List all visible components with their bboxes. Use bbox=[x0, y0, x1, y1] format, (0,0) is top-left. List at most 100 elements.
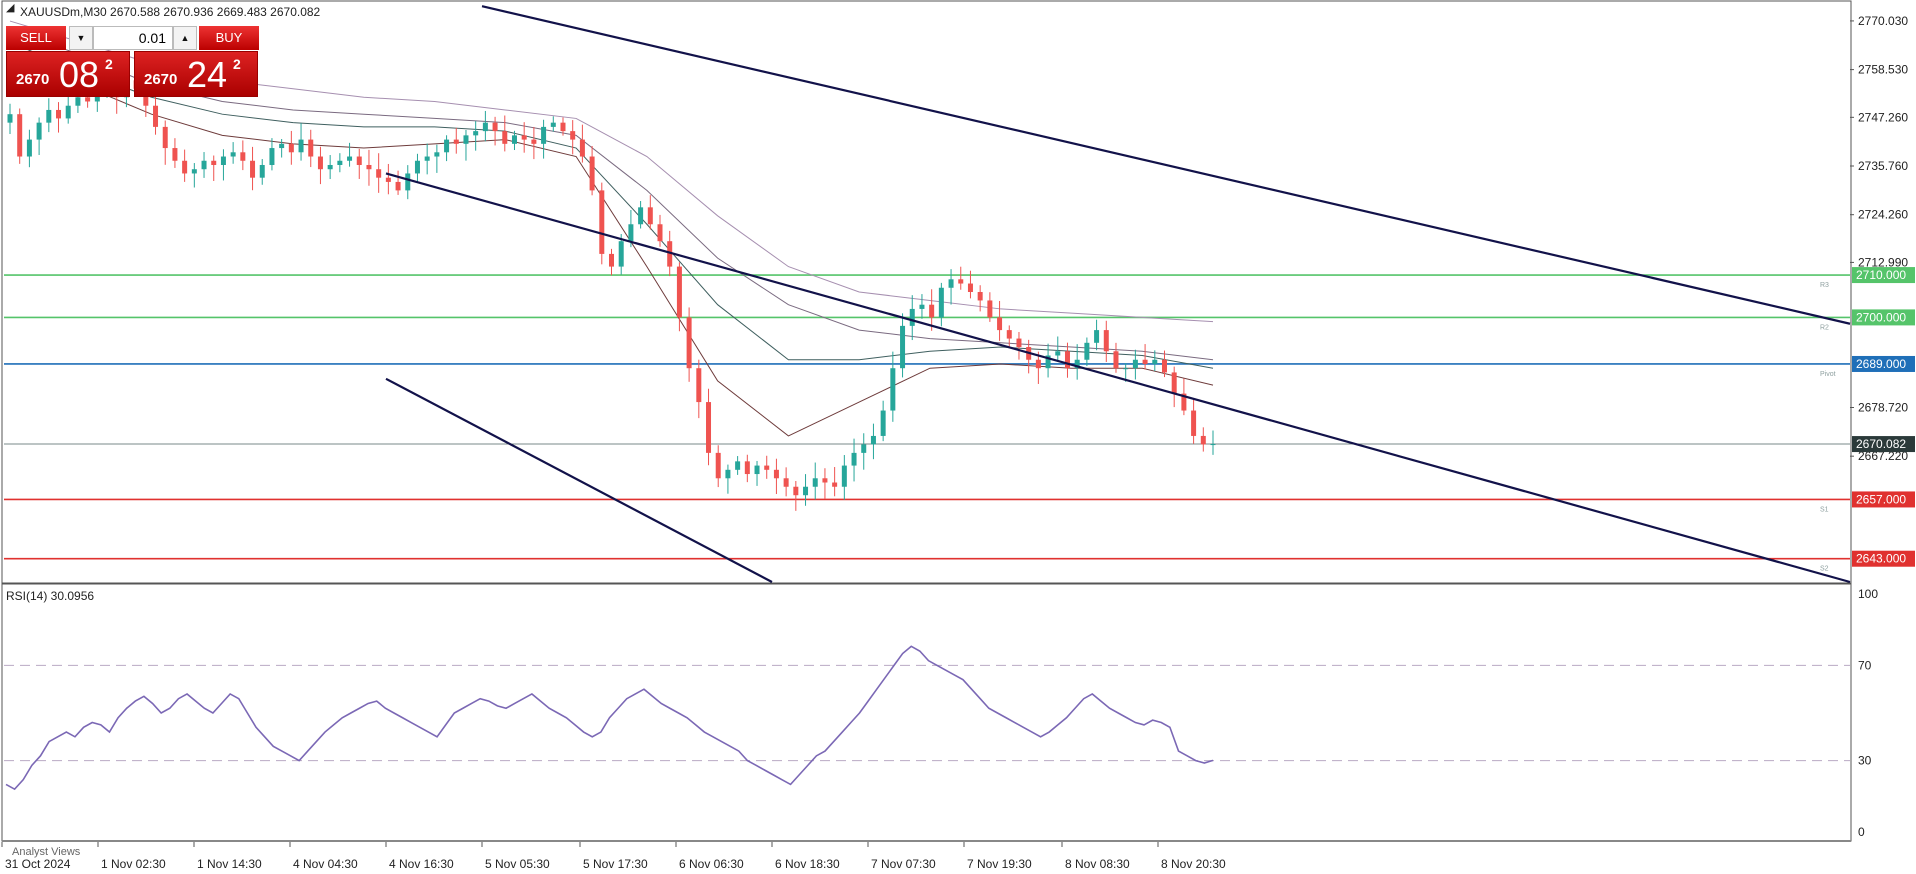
candle-body bbox=[715, 452, 721, 479]
candle-body bbox=[482, 122, 488, 132]
level-name-pivot: Pivot bbox=[1820, 371, 1836, 378]
candle-body bbox=[220, 156, 226, 165]
time-tick-label: 8 Nov 20:30 bbox=[1161, 857, 1226, 871]
time-tick-label: 6 Nov 18:30 bbox=[775, 857, 840, 871]
rsi-tick-label: 70 bbox=[1858, 658, 1872, 672]
channel-lines[interactable] bbox=[385, 5, 1851, 584]
candle-body bbox=[75, 97, 81, 106]
candle-body bbox=[1123, 368, 1129, 370]
candle-body bbox=[269, 148, 275, 165]
time-tick-label: 1 Nov 14:30 bbox=[197, 857, 262, 871]
candle-body bbox=[337, 160, 343, 165]
rsi-indicator: 100 70 30 0 bbox=[4, 587, 1878, 839]
candle-body bbox=[929, 304, 935, 318]
candle-body bbox=[317, 156, 323, 170]
volume-decrease-button[interactable]: ▼ bbox=[69, 26, 93, 50]
level-name-r2: R2 bbox=[1820, 324, 1829, 331]
sell-button[interactable]: SELL bbox=[6, 26, 66, 50]
candle-body bbox=[609, 253, 614, 267]
candle-body bbox=[706, 402, 712, 453]
candle-body bbox=[764, 465, 770, 470]
candle-body bbox=[735, 461, 741, 470]
time-axis: 31 Oct 2024 1 Nov 02:30 1 Nov 14:30 4 Nov 0… bbox=[1, 842, 1226, 871]
sell-quote[interactable]: 2670 08 2 bbox=[6, 51, 130, 97]
channel-line-2 bbox=[385, 172, 1851, 584]
time-tick-label: 6 Nov 06:30 bbox=[679, 857, 744, 871]
candle-body bbox=[618, 241, 624, 267]
candle-body bbox=[308, 139, 314, 157]
candle-body bbox=[638, 207, 644, 225]
candle-body bbox=[676, 266, 682, 318]
time-tick-label: 8 Nov 08:30 bbox=[1065, 857, 1130, 871]
time-tick-label: 1 Nov 02:30 bbox=[101, 857, 166, 871]
rsi-title: RSI(14) 30.0956 bbox=[6, 589, 94, 603]
channel-line-1 bbox=[481, 5, 1851, 325]
chart-canvas[interactable]: R3R2PivotS1S2 2770.0302758.5302747.26027… bbox=[0, 0, 1916, 874]
buy-quote-fraction: 2 bbox=[233, 56, 241, 72]
candle-body bbox=[492, 122, 498, 132]
volume-increase-button[interactable]: ▲ bbox=[173, 26, 197, 50]
candle-body bbox=[832, 482, 838, 487]
price-tick-label: 2770.030 bbox=[1858, 14, 1908, 28]
price-tag-pivot: 2689.000 bbox=[1856, 357, 1906, 371]
level-name-s2: S2 bbox=[1820, 566, 1829, 573]
candle-body bbox=[938, 287, 944, 318]
price-tick-label: 2735.760 bbox=[1858, 159, 1908, 173]
price-tick-label: 2747.260 bbox=[1858, 110, 1908, 124]
time-tick-label: 5 Nov 05:30 bbox=[485, 857, 550, 871]
rsi-line bbox=[5, 645, 1214, 791]
candle-body bbox=[1016, 338, 1022, 348]
candle-body bbox=[65, 105, 71, 119]
candle-body bbox=[1113, 351, 1119, 369]
volume-input[interactable] bbox=[93, 26, 173, 50]
candle-body bbox=[444, 139, 450, 153]
buy-quote-pips: 24 bbox=[187, 54, 228, 95]
candle-body bbox=[997, 317, 1003, 331]
sell-quote-pips: 08 bbox=[59, 54, 100, 95]
candle-body bbox=[803, 486, 809, 496]
candle-body bbox=[162, 126, 168, 149]
candle-body bbox=[1064, 351, 1070, 369]
candle-body bbox=[298, 139, 304, 153]
buy-quote[interactable]: 2670 24 2 bbox=[134, 51, 258, 97]
candle-body bbox=[977, 292, 983, 301]
candle-body bbox=[26, 139, 32, 157]
candle-body bbox=[1171, 372, 1177, 394]
candle-body bbox=[46, 109, 52, 123]
candle-body bbox=[424, 156, 430, 161]
analyst-views-label: Analyst Views bbox=[12, 846, 81, 858]
candle-body bbox=[259, 164, 265, 178]
candle-body bbox=[434, 152, 440, 157]
candle-body bbox=[453, 139, 459, 144]
candle-body bbox=[395, 181, 401, 191]
price-axis: 2770.030 2758.530 2747.260 2735.760 2724.260… bbox=[1850, 14, 1908, 463]
time-tick-label: 7 Nov 19:30 bbox=[967, 857, 1032, 871]
price-tag-r2: 2700.000 bbox=[1856, 310, 1906, 324]
buy-button[interactable]: BUY bbox=[199, 26, 259, 50]
rsi-tick-label: 30 bbox=[1858, 754, 1872, 768]
candle-body bbox=[851, 452, 857, 466]
candle-body bbox=[967, 283, 973, 292]
candle-body bbox=[1200, 435, 1206, 445]
price-levels: R3 R2 Pivot S1 S2 bbox=[4, 274, 1850, 573]
sell-quote-fraction: 2 bbox=[105, 56, 113, 72]
candle-body bbox=[7, 114, 13, 123]
candle-body bbox=[211, 160, 217, 165]
level-name-r3: R3 bbox=[1820, 282, 1829, 289]
symbol-info: XAUUSDm,M30 2670.588 2670.936 2669.483 2… bbox=[20, 5, 321, 19]
candle-body bbox=[327, 164, 333, 170]
candle-body bbox=[191, 169, 197, 174]
candle-body bbox=[628, 224, 634, 242]
time-tick-label: 7 Nov 07:30 bbox=[871, 857, 936, 871]
rsi-tick-label: 100 bbox=[1858, 587, 1878, 601]
candle-body bbox=[812, 478, 818, 487]
candle-body bbox=[773, 469, 779, 479]
candle-body bbox=[172, 148, 178, 161]
price-tick-label: 2758.530 bbox=[1858, 63, 1908, 77]
candle-body bbox=[1084, 342, 1090, 360]
candle-body bbox=[900, 325, 906, 369]
time-tick-label: 5 Nov 17:30 bbox=[583, 857, 648, 871]
candle-body bbox=[550, 122, 556, 127]
current-price-tag: 2670.082 bbox=[1856, 437, 1906, 451]
candle-body bbox=[414, 160, 420, 174]
